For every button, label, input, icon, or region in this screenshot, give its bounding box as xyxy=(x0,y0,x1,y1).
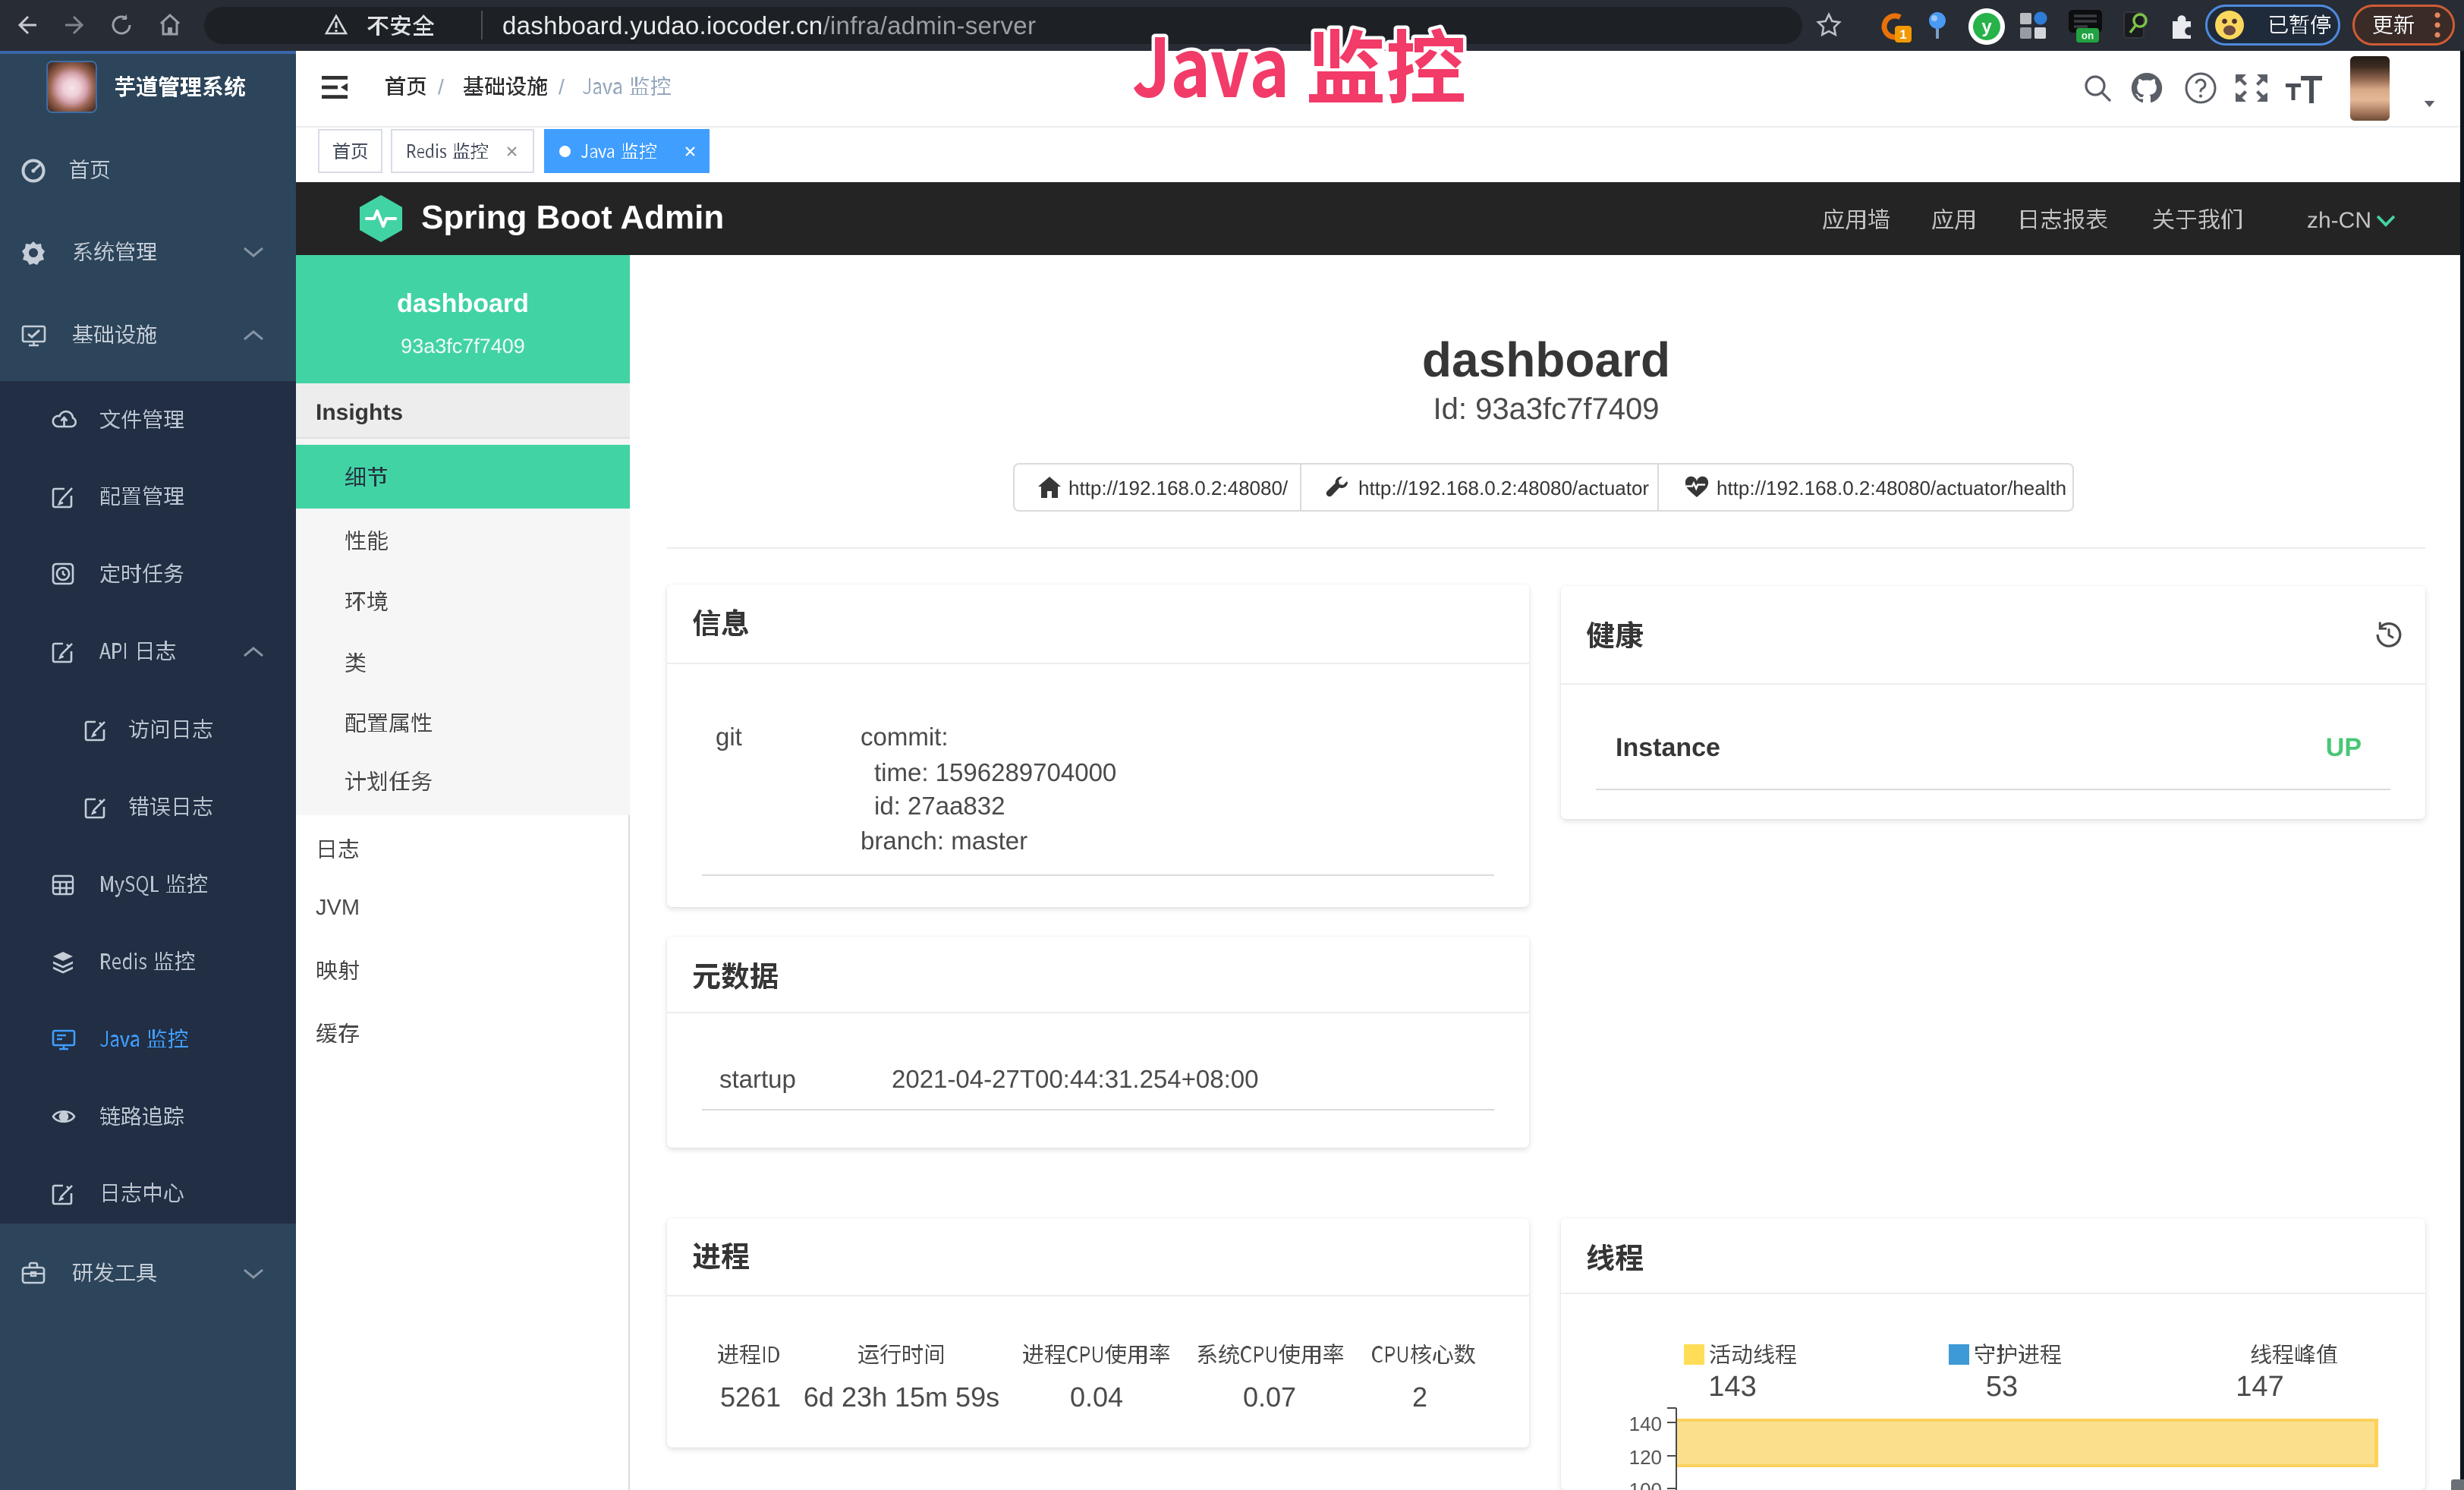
svg-text:y: y xyxy=(1981,17,1992,37)
svg-text:1: 1 xyxy=(1899,27,1906,42)
svg-text:on: on xyxy=(2082,30,2094,42)
